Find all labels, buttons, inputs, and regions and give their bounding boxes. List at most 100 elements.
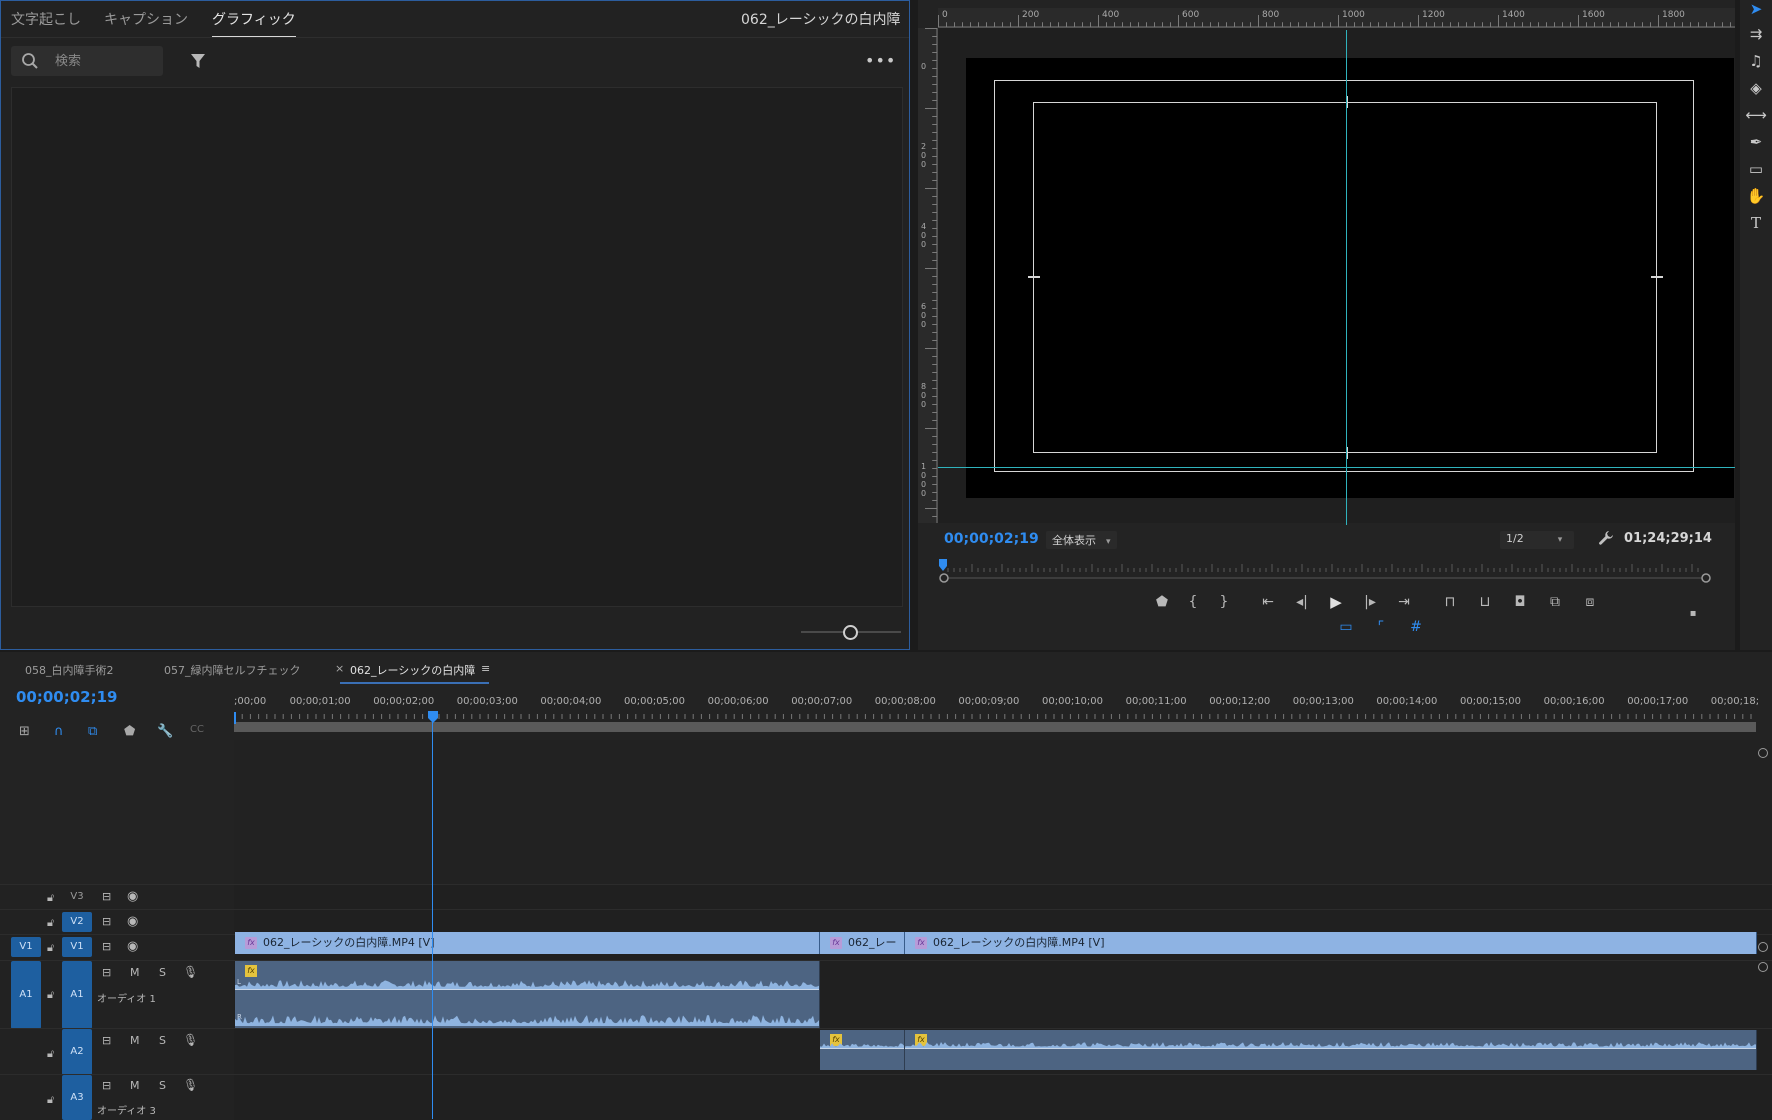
type-tool-icon[interactable]: T xyxy=(1745,214,1767,234)
scroll-handle[interactable] xyxy=(1758,942,1768,952)
step-back-icon[interactable]: ◂| xyxy=(1292,594,1312,610)
mute-button[interactable]: M xyxy=(130,1034,140,1047)
zoom-dropdown[interactable]: 全体表示 ▾ xyxy=(1046,531,1117,549)
track-target-v1[interactable]: V1 xyxy=(62,937,92,957)
track-area-a3[interactable] xyxy=(234,1074,1772,1120)
track-name-a3[interactable]: オーディオ 3 xyxy=(97,1102,156,1117)
show-guides-icon[interactable]: # xyxy=(1406,619,1426,635)
selection-tool-icon[interactable]: ➤ xyxy=(1745,0,1767,20)
mark-in-icon[interactable]: { xyxy=(1183,594,1203,610)
audio-clip[interactable]: fx xyxy=(820,1030,905,1070)
eye-icon[interactable]: ◉ xyxy=(127,939,138,954)
audio-clip[interactable]: fx xyxy=(905,1030,1757,1070)
track-target-a1[interactable]: A1 xyxy=(62,961,92,1029)
resolution-dropdown[interactable]: 1/2 ▾ xyxy=(1500,531,1574,549)
track-name-a1[interactable]: オーディオ 1 xyxy=(97,990,156,1005)
toggle-proxies-icon[interactable]: ⧈ xyxy=(1580,594,1600,610)
sequence-tab[interactable]: 058_白内障手術2 xyxy=(25,662,114,678)
hand-tool-icon[interactable]: ✋ xyxy=(1745,187,1767,207)
lock-icon[interactable]: 🔓︎ xyxy=(47,1093,54,1107)
wrench-icon[interactable] xyxy=(1598,530,1614,546)
track-target-a3[interactable]: A3 xyxy=(62,1075,92,1120)
lock-icon[interactable]: 🔓︎ xyxy=(47,988,54,1002)
search-box[interactable] xyxy=(11,46,163,76)
more-icon[interactable]: ••• xyxy=(865,51,896,70)
nest-icon[interactable]: ⊞ xyxy=(19,724,30,739)
search-input[interactable] xyxy=(53,51,157,71)
add-marker-icon[interactable]: ⬟ xyxy=(1152,594,1172,610)
go-to-out-icon[interactable]: ⇥ xyxy=(1394,594,1414,610)
ripple-edit-tool-icon[interactable]: ♫ xyxy=(1745,52,1767,72)
microphone-icon[interactable]: 🎙︎ xyxy=(183,1033,198,1047)
captions-icon[interactable]: CC xyxy=(190,724,204,735)
timeline-ruler[interactable]: ;00;00 00;00;01;00 00;00;02;00 00;00;03;00 0… xyxy=(234,696,1764,736)
add-marker-icon[interactable]: ⬟ xyxy=(124,724,135,739)
zoom-slider[interactable] xyxy=(801,625,901,640)
lift-icon[interactable]: ⊓ xyxy=(1440,594,1460,610)
play-icon[interactable]: ▶ xyxy=(1326,594,1346,610)
sync-lock-icon[interactable]: ⊟ xyxy=(102,915,111,928)
mark-out-icon[interactable]: } xyxy=(1214,594,1234,610)
eye-icon[interactable]: ◉ xyxy=(127,914,138,929)
horizontal-guide[interactable] xyxy=(938,467,1735,468)
mute-button[interactable]: M xyxy=(130,1079,140,1092)
extract-icon[interactable]: ⊔ xyxy=(1475,594,1495,610)
razor-tool-icon[interactable]: ◈ xyxy=(1745,79,1767,99)
vertical-guide[interactable] xyxy=(1346,30,1347,525)
solo-button[interactable]: S xyxy=(159,966,166,979)
timeline-timecode[interactable]: 00;00;02;19 xyxy=(16,688,118,706)
close-icon[interactable]: × xyxy=(335,662,344,675)
track-select-tool-icon[interactable]: ⇉ xyxy=(1745,25,1767,45)
filter-icon[interactable] xyxy=(190,53,206,69)
source-patch-v1[interactable]: V1 xyxy=(11,937,41,957)
video-clip[interactable]: fx 062_レー xyxy=(820,932,905,954)
solo-button[interactable]: S xyxy=(159,1079,166,1092)
safe-margins-icon[interactable]: ▭ xyxy=(1336,619,1356,635)
sync-lock-icon[interactable]: ⊟ xyxy=(102,1034,111,1047)
rectangle-tool-icon[interactable]: ▭ xyxy=(1745,160,1767,180)
mute-button[interactable]: M xyxy=(130,966,140,979)
microphone-icon[interactable]: 🎙︎ xyxy=(183,1078,198,1092)
monitor-playhead[interactable] xyxy=(939,559,947,571)
tab-captions[interactable]: キャプション xyxy=(104,9,188,29)
track-area-v3[interactable] xyxy=(234,884,1772,910)
step-forward-icon[interactable]: |▸ xyxy=(1360,594,1380,610)
show-rulers-icon[interactable]: ⌜ xyxy=(1371,619,1391,635)
sync-lock-icon[interactable]: ⊟ xyxy=(102,890,111,903)
monitor-time-ruler[interactable] xyxy=(938,556,1713,584)
scroll-handle[interactable] xyxy=(1758,962,1768,972)
lock-icon[interactable]: 🔓︎ xyxy=(47,941,54,955)
source-patch-a1[interactable]: A1 xyxy=(11,961,41,1029)
track-target-a2[interactable]: A2 xyxy=(62,1029,92,1075)
lock-icon[interactable]: 🔓︎ xyxy=(47,916,54,930)
timeline-playhead[interactable] xyxy=(428,711,438,723)
lock-icon[interactable]: 🔓︎ xyxy=(47,1047,54,1061)
sync-lock-icon[interactable]: ⊟ xyxy=(102,1079,111,1092)
sequence-tab[interactable]: 057_緑内障セルフチェック xyxy=(164,662,301,678)
playhead-timecode[interactable]: 00;00;02;19 xyxy=(944,531,1039,547)
track-target-v3[interactable]: V3 xyxy=(62,887,92,907)
tab-transcript[interactable]: 文字起こし xyxy=(11,9,81,29)
eye-icon[interactable]: ◉ xyxy=(127,889,138,904)
comparison-view-icon[interactable]: ⧉ xyxy=(1545,594,1565,610)
menu-icon[interactable]: ≡ xyxy=(481,662,490,675)
solo-button[interactable]: S xyxy=(159,1034,166,1047)
go-to-in-icon[interactable]: ⇤ xyxy=(1258,594,1278,610)
linked-selection-icon[interactable]: ⧉ xyxy=(88,724,97,739)
lock-icon[interactable]: 🔓︎ xyxy=(47,891,54,905)
work-area-bar[interactable] xyxy=(234,722,1756,732)
sync-lock-icon[interactable]: ⊟ xyxy=(102,966,111,979)
sequence-tab-active[interactable]: 062_レーシックの白内障 xyxy=(339,662,490,684)
scroll-handle[interactable] xyxy=(1758,748,1768,758)
microphone-icon[interactable]: 🎙︎ xyxy=(183,965,198,979)
video-clip[interactable]: fx 062_レーシックの白内障.MP4 [V] xyxy=(905,932,1757,954)
audio-clip[interactable]: fx L R xyxy=(235,961,820,1028)
video-clip[interactable]: fx 062_レーシックの白内障.MP4 [V] xyxy=(235,932,820,954)
button-editor-icon[interactable]: ▪ xyxy=(1683,606,1703,622)
snap-icon[interactable]: ∩ xyxy=(54,724,64,739)
export-frame-icon[interactable]: ◘ xyxy=(1510,594,1530,610)
tab-graphics[interactable]: グラフィック xyxy=(212,9,296,38)
pen-tool-icon[interactable]: ✒ xyxy=(1745,133,1767,153)
track-target-v2[interactable]: V2 xyxy=(62,912,92,932)
slip-tool-icon[interactable]: ⟷ xyxy=(1745,106,1767,126)
